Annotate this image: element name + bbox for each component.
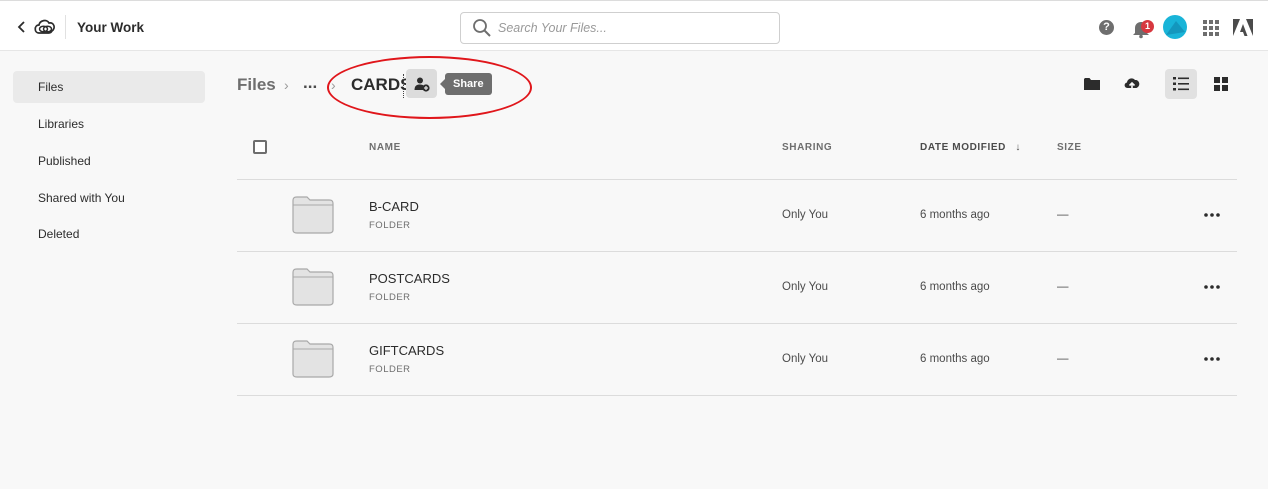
file-size: — — [1057, 353, 1069, 365]
folder-icon — [292, 268, 334, 306]
avatar[interactable] — [1163, 15, 1187, 39]
sidebar: Files Libraries Published Shared with Yo… — [0, 51, 220, 489]
folder-icon — [1084, 78, 1100, 90]
top-bar: Your Work ? 1 — [0, 0, 1268, 51]
breadcrumb-separator: › — [331, 77, 336, 93]
breadcrumb-ellipsis[interactable]: ... — [303, 73, 317, 93]
date-modified: 6 months ago — [920, 209, 990, 221]
sidebar-item-published[interactable]: Published — [13, 145, 205, 177]
share-tooltip: Share — [440, 73, 492, 95]
grid-view-icon — [1214, 77, 1228, 91]
file-size: — — [1057, 281, 1069, 293]
sidebar-item-libraries[interactable]: Libraries — [13, 108, 205, 140]
list-view-icon — [1173, 77, 1189, 91]
file-kind: FOLDER — [369, 364, 411, 375]
upload-button[interactable] — [1116, 69, 1148, 99]
column-header-name[interactable]: NAME — [369, 142, 401, 153]
search-box[interactable] — [460, 12, 780, 44]
folder-icon — [292, 340, 334, 378]
app-title: Your Work — [77, 20, 145, 35]
search-input[interactable] — [498, 21, 758, 35]
select-all-checkbox[interactable] — [253, 140, 267, 154]
sidebar-item-deleted[interactable]: Deleted — [13, 218, 205, 250]
sharing-status: Only You — [782, 353, 829, 365]
file-kind: FOLDER — [369, 220, 411, 231]
sidebar-item-shared-with-you[interactable]: Shared with You — [13, 182, 205, 214]
notification-badge: 1 — [1141, 20, 1154, 33]
sharing-status: Only You — [782, 209, 829, 221]
search-icon — [473, 19, 491, 37]
date-modified: 6 months ago — [920, 281, 990, 293]
table-row[interactable]: GIFTCARDS FOLDER Only You 6 months ago — — [237, 324, 1237, 396]
help-icon[interactable]: ? — [1099, 20, 1114, 35]
file-name[interactable]: POSTCARDS — [369, 271, 450, 286]
file-kind: FOLDER — [369, 292, 411, 303]
apps-grid-icon[interactable] — [1203, 20, 1219, 36]
table-row[interactable]: B-CARD FOLDER Only You 6 months ago — — [237, 180, 1237, 252]
back-icon[interactable] — [14, 17, 30, 37]
add-person-icon — [414, 77, 430, 92]
header-divider — [65, 15, 66, 39]
main-content: Files › ... › CARDS Share NAME SHARING D… — [220, 51, 1268, 489]
file-size: — — [1057, 209, 1069, 221]
breadcrumb-separator: › — [284, 77, 289, 93]
more-actions-icon[interactable] — [1201, 276, 1223, 298]
share-button[interactable] — [406, 69, 437, 98]
new-folder-button[interactable] — [1076, 69, 1108, 99]
more-actions-icon[interactable] — [1201, 204, 1223, 226]
text-cursor — [403, 74, 404, 98]
breadcrumb-files[interactable]: Files — [237, 75, 276, 95]
column-header-sharing[interactable]: SHARING — [782, 142, 832, 153]
upload-cloud-icon — [1124, 78, 1140, 92]
file-name[interactable]: GIFTCARDS — [369, 343, 444, 358]
sidebar-item-files[interactable]: Files — [13, 71, 205, 103]
file-name[interactable]: B-CARD — [369, 199, 419, 214]
table-row[interactable]: POSTCARDS FOLDER Only You 6 months ago — — [237, 252, 1237, 324]
adobe-logo-icon[interactable] — [1232, 18, 1254, 37]
date-modified: 6 months ago — [920, 353, 990, 365]
notifications-button[interactable]: 1 — [1131, 17, 1155, 39]
folder-icon — [292, 196, 334, 234]
list-view-button[interactable] — [1165, 69, 1197, 99]
more-actions-icon[interactable] — [1201, 348, 1223, 370]
sharing-status: Only You — [782, 281, 829, 293]
column-header-size[interactable]: SIZE — [1057, 142, 1082, 153]
sort-descending-icon: ↓ — [1015, 142, 1021, 153]
grid-view-button[interactable] — [1205, 69, 1237, 99]
column-header-date-modified[interactable]: DATE MODIFIED ↓ — [920, 142, 1021, 153]
creative-cloud-logo-icon[interactable] — [33, 17, 57, 37]
column-header-date-modified-label: DATE MODIFIED — [920, 142, 1006, 153]
